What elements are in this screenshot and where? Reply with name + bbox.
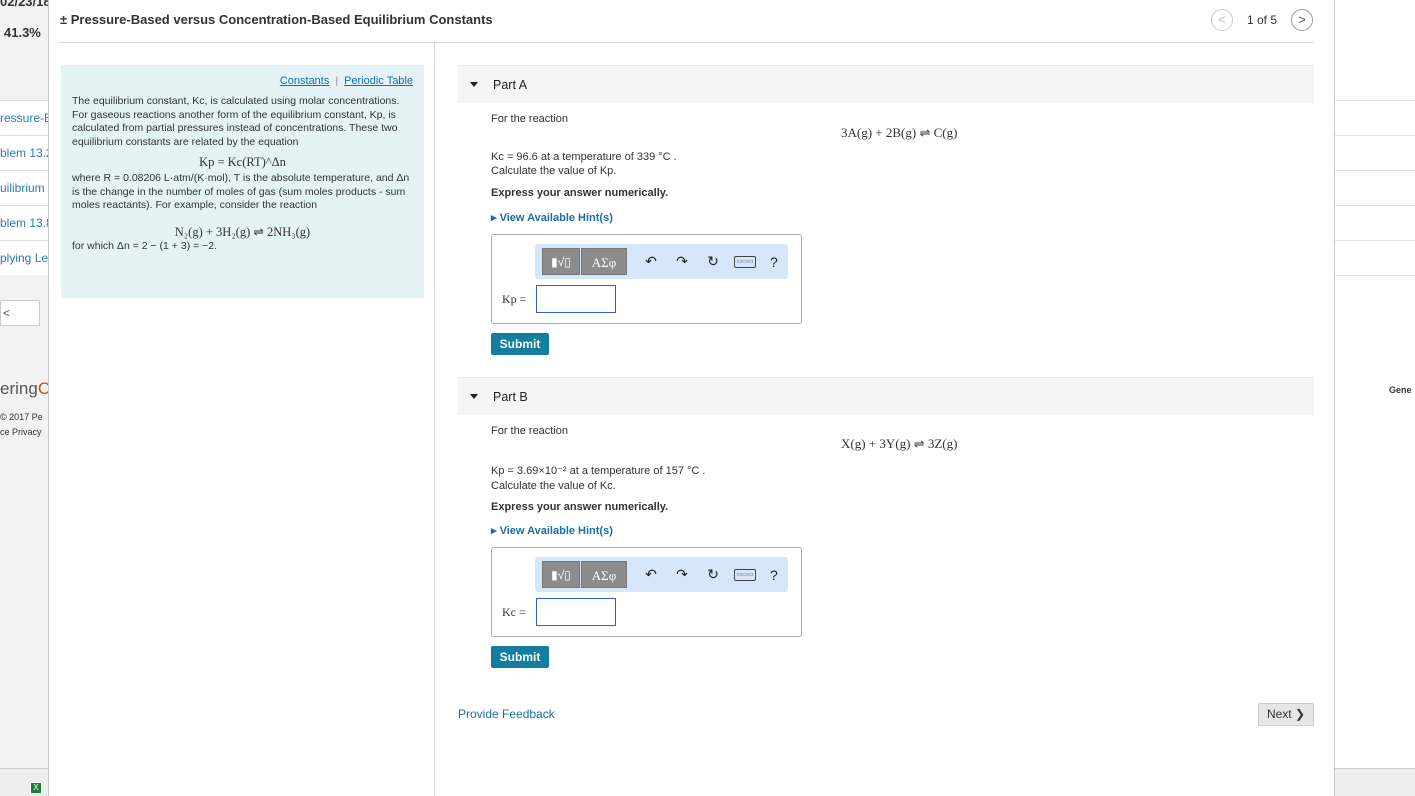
undo-icon[interactable]: ↶ — [644, 566, 658, 583]
info-paragraph: for which Δn = 2 − (1 + 3) = −2. — [72, 240, 218, 253]
pager-text: 1 of 5 — [1246, 13, 1277, 27]
redo-icon[interactable]: ↷ — [675, 253, 689, 270]
part-b-intro: For the reaction — [491, 425, 569, 437]
copyright-text: © 2017 Pe — [0, 412, 43, 422]
title-divider — [59, 42, 1314, 43]
info-paragraph: The equilibrium constant, Kc, is calcula… — [72, 95, 400, 148]
periodic-table-link[interactable]: Periodic Table — [344, 75, 413, 87]
part-b-instruction: Express your answer numerically. — [491, 501, 669, 513]
footer-links[interactable]: ce Privacy — [0, 425, 43, 440]
keyboard-icon[interactable]: ▭▭▭ — [734, 568, 756, 581]
resource-links: Constants | Periodic Table — [72, 75, 413, 88]
templates-button[interactable]: ▮√▯ — [542, 248, 580, 275]
part-a-reaction: 3A(g) + 2B(g) ⇌ C(g) — [841, 125, 958, 140]
part-a-header[interactable]: Part A — [458, 65, 1314, 103]
due-date: 02/23/18 — [0, 0, 51, 9]
part-b-title: Part B — [493, 389, 528, 404]
right-label: Gene — [1389, 385, 1412, 395]
divider — [1335, 205, 1415, 206]
problem-pager: < 1 of 5 > — [1210, 9, 1313, 31]
info-panel: Constants | Periodic Table The equilibrium… — [61, 65, 424, 298]
kp-kc-formula: Kp = Kc(RT)^Δn — [199, 155, 286, 170]
divider — [1335, 170, 1415, 171]
kp-answer-label: Kp = — [502, 292, 527, 306]
keyboard-icon[interactable]: ▭▭▭ — [734, 255, 756, 268]
part-b-given: Kp = 3.69×10⁻² at a temperature of 157 °… — [491, 465, 706, 477]
reset-icon[interactable]: ↻ — [706, 566, 720, 583]
help-icon[interactable]: ? — [770, 567, 778, 583]
part-a-intro: For the reaction — [491, 113, 569, 125]
previous-problem-button[interactable]: < — [1210, 9, 1233, 31]
part-b-task: Calculate the value of Kc. — [491, 480, 616, 492]
score-percentage: 41.3% — [4, 25, 41, 40]
constants-link[interactable]: Constants — [280, 75, 330, 87]
part-a-submit-button[interactable]: Submit — [491, 333, 549, 355]
part-a-given: Kc = 96.6 at a temperature of 339 °C . — [491, 151, 677, 163]
copyright-footer: © 2017 Pe ce Privacy — [0, 410, 43, 440]
divider — [1335, 275, 1415, 276]
right-background-panel — [1335, 0, 1415, 796]
kc-answer-label: Kc = — [502, 605, 526, 619]
math-toolbar: ▮√▯ ΑΣφ ↶ ↷ ↻ ▭▭▭ ? — [535, 244, 788, 279]
part-a-answer-box: ▮√▯ ΑΣφ ↶ ↷ ↻ ▭▭▭ ? Kp = — [491, 234, 802, 324]
divider — [1335, 100, 1415, 101]
greek-symbols-button[interactable]: ΑΣφ — [581, 248, 627, 275]
column-divider — [434, 43, 435, 796]
part-b-reaction: X(g) + 3Y(g) ⇌ 3Z(g) — [841, 436, 958, 451]
templates-button[interactable]: ▮√▯ — [542, 561, 580, 588]
link-separator: | — [335, 75, 339, 87]
kc-answer-input[interactable] — [536, 598, 616, 626]
part-a-instruction: Express your answer numerically. — [491, 187, 669, 199]
part-a-task: Calculate the value of Kp. — [491, 165, 617, 177]
caret-down-icon — [470, 82, 478, 87]
excel-icon[interactable]: X — [30, 782, 42, 794]
help-icon[interactable]: ? — [770, 254, 778, 270]
reset-icon[interactable]: ↻ — [706, 253, 720, 270]
part-b-submit-button[interactable]: Submit — [491, 646, 549, 668]
next-problem-button[interactable]: > — [1291, 9, 1313, 31]
divider — [1335, 240, 1415, 241]
problem-modal: ± Pressure-Based versus Concentration-Ba… — [48, 0, 1335, 796]
kp-answer-input[interactable] — [536, 285, 616, 313]
info-paragraph: where R = 0.08206 L·atm/(K·mol), T is th… — [72, 172, 410, 212]
provide-feedback-link[interactable]: Provide Feedback — [458, 707, 555, 721]
redo-icon[interactable]: ↷ — [675, 566, 689, 583]
part-a-hint-link[interactable]: ▸ View Available Hint(s) — [491, 211, 613, 224]
greek-symbols-button[interactable]: ΑΣφ — [581, 561, 627, 588]
caret-down-icon — [470, 394, 478, 399]
back-button[interactable]: < — [0, 300, 40, 326]
math-toolbar: ▮√▯ ΑΣφ ↶ ↷ ↻ ▭▭▭ ? — [535, 557, 788, 592]
undo-icon[interactable]: ↶ — [644, 253, 658, 270]
example-reaction: N₂(g) + 3H₂(g) ⇌ 2NH₃(g) — [174, 224, 311, 239]
next-button[interactable]: Next ❯ — [1258, 703, 1314, 726]
problem-title: ± Pressure-Based versus Concentration-Ba… — [60, 12, 493, 27]
brand-prefix: ering — [0, 379, 38, 398]
part-b-header[interactable]: Part B — [458, 377, 1314, 415]
part-a-title: Part A — [493, 77, 528, 92]
part-b-hint-link[interactable]: ▸ View Available Hint(s) — [491, 524, 613, 537]
divider — [1335, 135, 1415, 136]
part-b-answer-box: ▮√▯ ΑΣφ ↶ ↷ ↻ ▭▭▭ ? Kc = — [491, 547, 802, 637]
